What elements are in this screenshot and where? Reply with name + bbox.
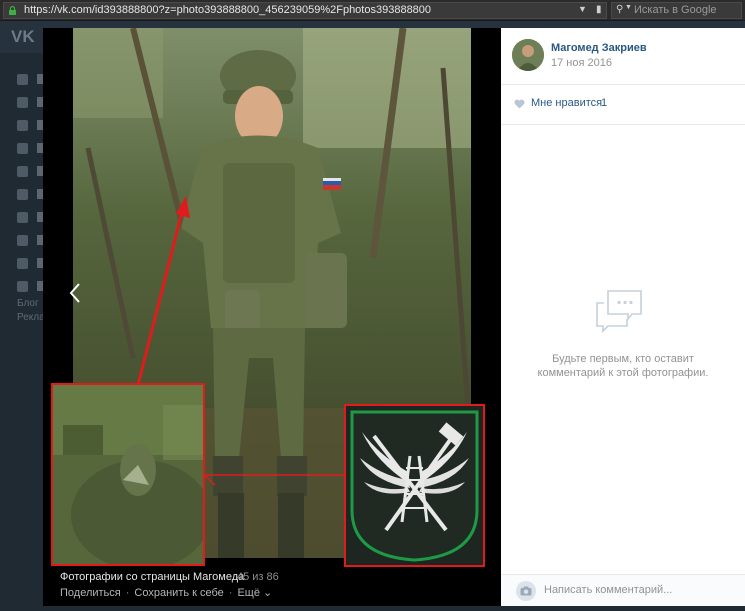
camera-icon[interactable] bbox=[516, 581, 536, 601]
chevron-down-icon[interactable]: ⌄ bbox=[260, 587, 272, 599]
post-date[interactable]: 17 ноя 2016 bbox=[551, 57, 612, 69]
zoom-inset-patch bbox=[344, 404, 485, 567]
more-button[interactable]: Ещё bbox=[237, 587, 260, 599]
photo-info-panel: Магомед Закриев 17 ноя 2016 Мне нравится… bbox=[501, 28, 745, 606]
annotation-arrow bbox=[136, 211, 184, 386]
like-bar: Мне нравится 1 bbox=[501, 84, 745, 125]
photo-actions: Поделиться · Сохранить к себе · Ещё ⌄ bbox=[60, 586, 272, 599]
avatar-image bbox=[512, 39, 544, 71]
zoom-inset-shoulder bbox=[51, 383, 205, 566]
separator-dot: · bbox=[228, 587, 233, 599]
heart-icon[interactable] bbox=[514, 99, 525, 109]
connector-tick bbox=[204, 475, 216, 486]
comments-bubble-icon bbox=[596, 290, 642, 333]
empty-comments-text: Будьте первым, кто оставит комментарий к… bbox=[537, 353, 709, 379]
save-button[interactable]: Сохранить к себе bbox=[134, 587, 223, 599]
album-caption[interactable]: Фотографии со страницы Магомеда bbox=[60, 571, 244, 583]
unit-patch-icon bbox=[346, 406, 483, 565]
arrowhead-icon bbox=[176, 196, 190, 218]
comment-input[interactable]: Написать комментарий... bbox=[544, 584, 672, 596]
like-count[interactable]: 1 bbox=[601, 97, 607, 109]
share-button[interactable]: Поделиться bbox=[60, 587, 121, 599]
comment-bar: Написать комментарий... bbox=[501, 574, 745, 606]
like-button[interactable]: Мне нравится bbox=[531, 97, 602, 109]
inset-image bbox=[53, 385, 203, 564]
separator-dot: · bbox=[125, 587, 130, 599]
author-name[interactable]: Магомед Закриев bbox=[551, 42, 647, 54]
photo-counter: 45 из 86 bbox=[237, 571, 279, 583]
avatar[interactable] bbox=[512, 39, 544, 71]
